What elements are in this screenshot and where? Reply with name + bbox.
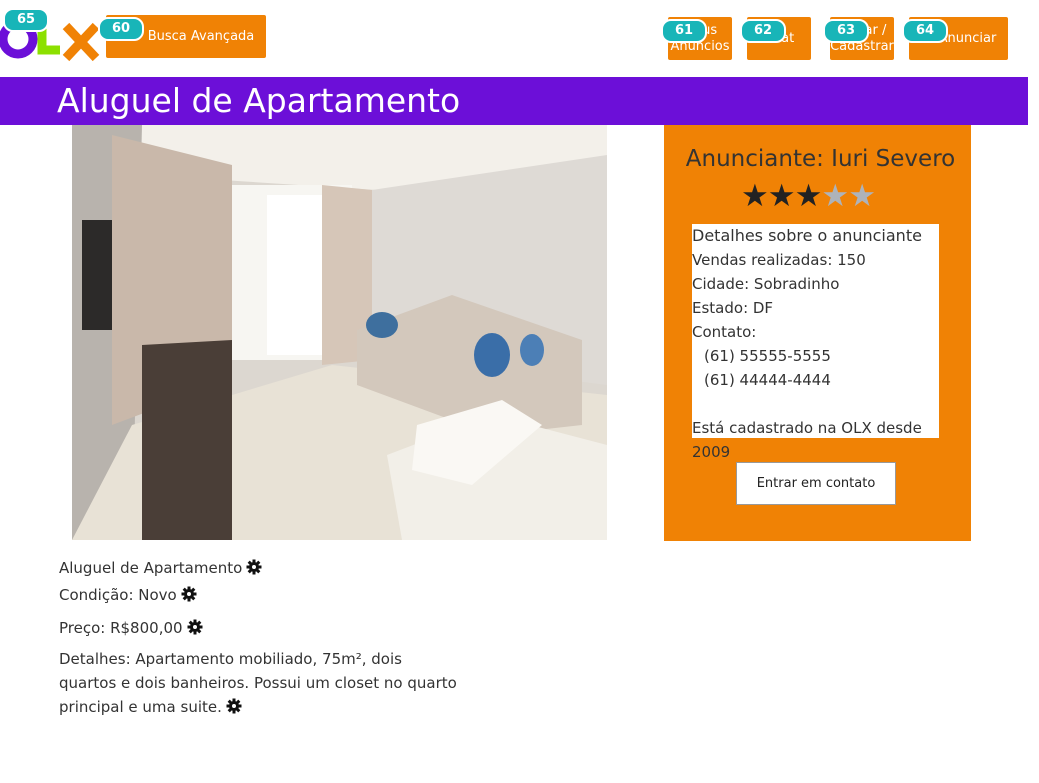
seller-rating: ★★★★★ — [741, 178, 876, 214]
star-empty-icon: ★ — [848, 178, 876, 214]
listing-photo — [72, 125, 607, 540]
listing-price: Preço: R$800,00 — [59, 619, 183, 637]
seller-name: Anunciante: Iuri Severo — [685, 146, 956, 172]
seller-details: Detalhes sobre o anunciante Vendas reali… — [692, 224, 939, 461]
seller-city: Cidade: Sobradinho — [692, 275, 840, 293]
star-empty-icon: ★ — [821, 178, 849, 214]
advanced-search-label: Busca Avançada — [147, 28, 255, 44]
listing-condition: Condição: Novo — [59, 586, 177, 604]
listing-details: Detalhes: Apartamento mobiliado, 75m², d… — [59, 650, 457, 716]
badge-login: 63 — [823, 19, 869, 43]
star-filled-icon: ★ — [767, 178, 796, 214]
seller-state: Estado: DF — [692, 299, 774, 317]
badge-chat: 62 — [740, 19, 786, 43]
seller-phone-2: (61) 44444-4444 — [704, 371, 831, 389]
seller-phone-1: (61) 55555-5555 — [704, 347, 831, 365]
listing-details-row: Detalhes: Apartamento mobiliado, 75m², d… — [59, 647, 459, 719]
seller-panel: Anunciante: Iuri Severo ★★★★★ Detalhes s… — [664, 125, 971, 541]
listing-condition-row: Condição: Novo — [59, 583, 197, 607]
gear-icon[interactable] — [246, 559, 262, 575]
badge-publish: 64 — [902, 19, 948, 43]
badge-advanced-search: 60 — [98, 17, 144, 41]
listing-title: Aluguel de Apartamento — [59, 559, 243, 577]
listing-price-row: Preço: R$800,00 — [59, 616, 203, 640]
badge-my-ads: 61 — [661, 19, 707, 43]
badge-logo: 65 — [3, 8, 49, 32]
gear-icon[interactable] — [226, 698, 242, 714]
contact-seller-button[interactable]: Entrar em contato — [736, 462, 896, 505]
star-filled-icon: ★ — [741, 178, 769, 214]
gear-icon[interactable] — [181, 586, 197, 602]
details-heading: Detalhes sobre o anunciante — [692, 226, 922, 245]
member-since: Está cadastrado na OLX desde 2009 — [692, 419, 922, 461]
gear-icon[interactable] — [187, 619, 203, 635]
listing-title-row: Aluguel de Apartamento — [59, 556, 262, 580]
seller-sales: Vendas realizadas: 150 — [692, 251, 866, 269]
star-filled-icon: ★ — [794, 178, 823, 214]
contact-label: Contato: — [692, 323, 757, 341]
page-title: Aluguel de Apartamento — [57, 81, 461, 120]
